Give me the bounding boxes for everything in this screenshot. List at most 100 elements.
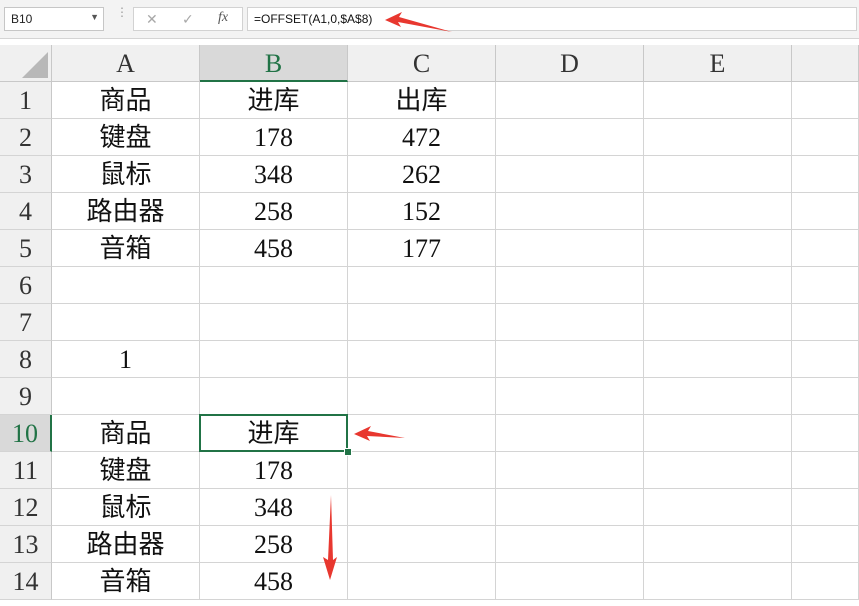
cell-c10[interactable] — [348, 415, 496, 452]
column-header-overflow[interactable] — [792, 45, 859, 82]
cell-e12[interactable] — [644, 489, 792, 526]
cell-e13[interactable] — [644, 526, 792, 563]
cell-c3[interactable]: 262 — [348, 156, 496, 193]
row-header-6[interactable]: 6 — [0, 267, 52, 304]
cell-e5[interactable] — [644, 230, 792, 267]
cell-overflow[interactable] — [792, 82, 859, 119]
fill-handle[interactable] — [344, 448, 352, 456]
cell-b12[interactable]: 348 — [200, 489, 348, 526]
row-header-9[interactable]: 9 — [0, 378, 52, 415]
row-header-8[interactable]: 8 — [0, 341, 52, 378]
cell-c9[interactable] — [348, 378, 496, 415]
column-header-e[interactable]: E — [644, 45, 792, 82]
cell-c11[interactable] — [348, 452, 496, 489]
cell-d13[interactable] — [496, 526, 644, 563]
row-header-10[interactable]: 10 — [0, 415, 52, 452]
row-header-2[interactable]: 2 — [0, 119, 52, 156]
cell-overflow[interactable] — [792, 452, 859, 489]
cell-c12[interactable] — [348, 489, 496, 526]
drag-handle-icon[interactable]: ⋮ — [116, 6, 128, 18]
column-header-a[interactable]: A — [52, 45, 200, 82]
cell-a11[interactable]: 键盘 — [52, 452, 200, 489]
cell-b1[interactable]: 进库 — [200, 82, 348, 119]
cell-e6[interactable] — [644, 267, 792, 304]
cell-c4[interactable]: 152 — [348, 193, 496, 230]
cell-d10[interactable] — [496, 415, 644, 452]
cell-a14[interactable]: 音箱 — [52, 563, 200, 600]
cell-c7[interactable] — [348, 304, 496, 341]
cell-e8[interactable] — [644, 341, 792, 378]
cell-overflow[interactable] — [792, 341, 859, 378]
row-header-7[interactable]: 7 — [0, 304, 52, 341]
cell-overflow[interactable] — [792, 563, 859, 600]
cell-a6[interactable] — [52, 267, 200, 304]
cell-e7[interactable] — [644, 304, 792, 341]
cell-d5[interactable] — [496, 230, 644, 267]
cell-c2[interactable]: 472 — [348, 119, 496, 156]
column-header-b[interactable]: B — [200, 45, 348, 82]
cell-b10[interactable]: 进库 — [200, 415, 348, 452]
row-header-3[interactable]: 3 — [0, 156, 52, 193]
cell-d12[interactable] — [496, 489, 644, 526]
cell-d3[interactable] — [496, 156, 644, 193]
cell-overflow[interactable] — [792, 489, 859, 526]
cell-a12[interactable]: 鼠标 — [52, 489, 200, 526]
cell-e9[interactable] — [644, 378, 792, 415]
cell-overflow[interactable] — [792, 415, 859, 452]
cell-c13[interactable] — [348, 526, 496, 563]
cell-a1[interactable]: 商品 — [52, 82, 200, 119]
cell-d7[interactable] — [496, 304, 644, 341]
cell-d8[interactable] — [496, 341, 644, 378]
cell-a7[interactable] — [52, 304, 200, 341]
cell-a3[interactable]: 鼠标 — [52, 156, 200, 193]
cell-b7[interactable] — [200, 304, 348, 341]
row-header-13[interactable]: 13 — [0, 526, 52, 563]
cell-overflow[interactable] — [792, 193, 859, 230]
cell-d4[interactable] — [496, 193, 644, 230]
insert-function-icon[interactable]: fx — [218, 10, 228, 26]
cell-c14[interactable] — [348, 563, 496, 600]
column-header-d[interactable]: D — [496, 45, 644, 82]
cell-a8[interactable]: 1 — [52, 341, 200, 378]
cell-b4[interactable]: 258 — [200, 193, 348, 230]
cell-b11[interactable]: 178 — [200, 452, 348, 489]
cell-b14[interactable]: 458 — [200, 563, 348, 600]
cell-a2[interactable]: 键盘 — [52, 119, 200, 156]
select-all-button[interactable] — [0, 45, 52, 82]
cell-b2[interactable]: 178 — [200, 119, 348, 156]
cell-b13[interactable]: 258 — [200, 526, 348, 563]
cell-b9[interactable] — [200, 378, 348, 415]
cell-overflow[interactable] — [792, 526, 859, 563]
cell-d2[interactable] — [496, 119, 644, 156]
cell-a4[interactable]: 路由器 — [52, 193, 200, 230]
row-header-4[interactable]: 4 — [0, 193, 52, 230]
row-header-12[interactable]: 12 — [0, 489, 52, 526]
cell-c5[interactable]: 177 — [348, 230, 496, 267]
cell-d1[interactable] — [496, 82, 644, 119]
cell-e4[interactable] — [644, 193, 792, 230]
cell-a9[interactable] — [52, 378, 200, 415]
cell-e10[interactable] — [644, 415, 792, 452]
cell-d6[interactable] — [496, 267, 644, 304]
cell-a5[interactable]: 音箱 — [52, 230, 200, 267]
cell-e2[interactable] — [644, 119, 792, 156]
cell-c8[interactable] — [348, 341, 496, 378]
row-header-1[interactable]: 1 — [0, 82, 52, 119]
cell-b5[interactable]: 458 — [200, 230, 348, 267]
cell-overflow[interactable] — [792, 230, 859, 267]
formula-input[interactable]: =OFFSET(A1,0,$A$8) — [247, 7, 857, 31]
cell-overflow[interactable] — [792, 267, 859, 304]
cell-overflow[interactable] — [792, 119, 859, 156]
column-header-c[interactable]: C — [348, 45, 496, 82]
cell-b6[interactable] — [200, 267, 348, 304]
row-header-14[interactable]: 14 — [0, 563, 52, 600]
cell-b3[interactable]: 348 — [200, 156, 348, 193]
cell-c6[interactable] — [348, 267, 496, 304]
cell-c1[interactable]: 出库 — [348, 82, 496, 119]
cancel-icon[interactable]: ✕ — [146, 11, 158, 28]
cell-e14[interactable] — [644, 563, 792, 600]
cell-b8[interactable] — [200, 341, 348, 378]
cell-a10[interactable]: 商品 — [52, 415, 200, 452]
cell-e11[interactable] — [644, 452, 792, 489]
cell-d9[interactable] — [496, 378, 644, 415]
